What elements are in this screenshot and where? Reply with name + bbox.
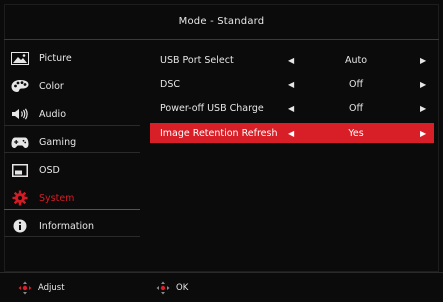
mode-title: Mode - Standard — [178, 16, 265, 27]
sidebar-item-picture[interactable]: Picture — [4, 46, 140, 70]
arrow-left-icon[interactable]: ◀ — [288, 56, 294, 65]
gamepad-icon — [11, 135, 29, 149]
sidebar-item-gaming[interactable]: Gaming — [4, 130, 140, 154]
dpad-press-icon — [156, 281, 170, 295]
sidebar-item-label: Picture — [39, 52, 72, 64]
speaker-icon — [11, 107, 29, 121]
sidebar-divider — [4, 125, 140, 126]
setting-label: USB Port Select — [160, 54, 234, 66]
sidebar-item-system[interactable]: System — [4, 186, 140, 210]
picture-icon — [11, 51, 29, 65]
setting-label: Image Retention Refresh — [160, 127, 278, 139]
arrow-right-icon[interactable]: ▶ — [420, 56, 426, 65]
sidebar-item-label: Color — [39, 80, 64, 92]
setting-value: Off — [348, 102, 364, 114]
setting-row-usb-port-select[interactable]: USB Port Select ◀ Auto ▶ — [150, 50, 434, 70]
osd-footer: Adjust OK — [0, 272, 443, 302]
osd-header: Mode - Standard — [4, 4, 439, 40]
sidebar-item-information[interactable]: Information — [4, 214, 140, 238]
arrow-left-icon[interactable]: ◀ — [288, 129, 294, 138]
setting-row-power-off-usb-charge[interactable]: Power-off USB Charge ◀ Off ▶ — [150, 98, 434, 118]
gear-icon — [11, 190, 29, 206]
sidebar-item-label: System — [39, 192, 75, 204]
info-icon — [11, 219, 29, 233]
sidebar-item-audio[interactable]: Audio — [4, 102, 140, 126]
ok-hint: OK — [156, 281, 188, 295]
sidebar-divider — [4, 236, 140, 237]
sidebar-item-label: Audio — [39, 108, 67, 120]
setting-row-image-retention-refresh[interactable]: Image Retention Refresh ◀ Yes ▶ — [150, 123, 434, 143]
palette-icon — [11, 79, 29, 93]
sidebar-item-osd[interactable]: OSD — [4, 158, 140, 182]
sidebar-item-label: OSD — [39, 164, 60, 176]
setting-label: Power-off USB Charge — [160, 102, 264, 114]
sidebar-item-color[interactable]: Color — [4, 74, 140, 98]
adjust-hint: Adjust — [18, 281, 65, 295]
arrow-left-icon[interactable]: ◀ — [288, 104, 294, 113]
arrow-left-icon[interactable]: ◀ — [288, 80, 294, 89]
setting-value: Auto — [344, 54, 368, 66]
arrow-right-icon[interactable]: ▶ — [420, 129, 426, 138]
sidebar-item-label: Information — [39, 220, 94, 232]
sidebar-divider — [4, 152, 140, 153]
dpad-icon — [18, 281, 32, 295]
setting-row-dsc[interactable]: DSC ◀ Off ▶ — [150, 74, 434, 94]
ok-label: OK — [176, 283, 189, 293]
setting-value: Off — [348, 78, 364, 90]
monitor-osd-menu: Mode - Standard Picture Color Audio Gami… — [0, 0, 443, 302]
arrow-right-icon[interactable]: ▶ — [420, 80, 426, 89]
setting-label: DSC — [160, 78, 180, 90]
osd-window-icon — [11, 163, 29, 177]
arrow-right-icon[interactable]: ▶ — [420, 104, 426, 113]
sidebar-item-label: Gaming — [39, 136, 77, 148]
adjust-label: Adjust — [38, 283, 65, 293]
setting-value: Yes — [348, 127, 364, 139]
